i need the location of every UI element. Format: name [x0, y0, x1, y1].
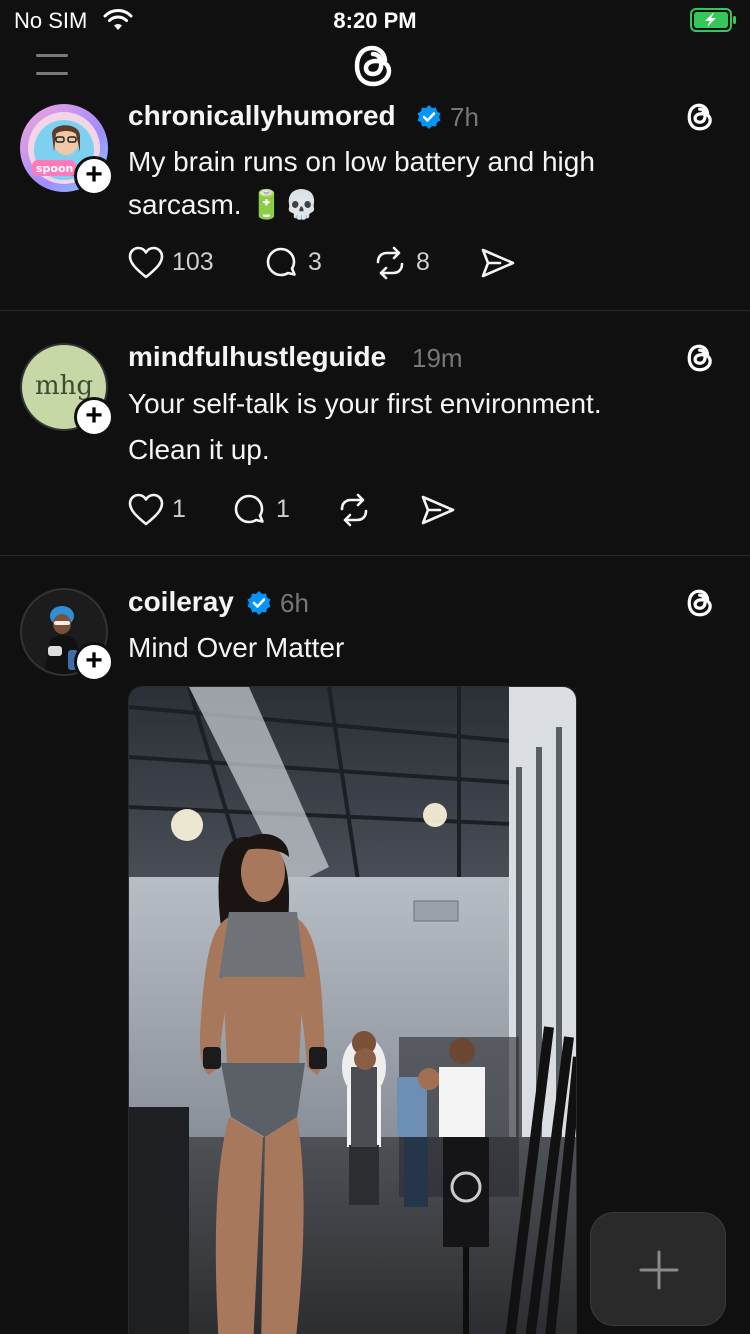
send-icon: [421, 495, 455, 525]
post-text-line: Mind Over Matter: [128, 632, 345, 663]
reply-button[interactable]: 1: [232, 491, 302, 531]
repost-button[interactable]: 8: [372, 244, 442, 284]
repost-button[interactable]: [336, 491, 376, 531]
clock: 8:20 PM: [333, 8, 417, 33]
post-media-video[interactable]: [128, 686, 577, 1334]
reply-count: 3: [308, 248, 322, 276]
post-card[interactable]: mhg + mindfulhustleguide 19m Your self-t…: [0, 311, 750, 556]
post-time: 6h: [280, 588, 309, 618]
follow-button[interactable]: +: [74, 156, 114, 196]
post-text-line: My brain runs on low battery and high: [128, 146, 595, 177]
threads-logo-icon[interactable]: [351, 40, 399, 92]
compose-button[interactable]: [590, 1212, 726, 1326]
post-text-line: Clean it up.: [128, 434, 270, 465]
send-icon: [481, 248, 515, 278]
post-text: Mind Over Matter: [128, 626, 708, 669]
top-nav: [0, 40, 750, 92]
post-time: 7h: [450, 102, 479, 132]
repost-icon: [340, 493, 368, 527]
repost-icon: [376, 246, 404, 280]
post-time: 19m: [412, 343, 463, 373]
username[interactable]: coileray: [128, 586, 234, 618]
gym-photo: [129, 687, 576, 1334]
username[interactable]: chronicallyhumored: [128, 100, 396, 132]
verified-badge-icon: [417, 105, 441, 129]
plus-icon: [639, 1250, 679, 1290]
threads-logo-icon[interactable]: [684, 341, 718, 375]
like-count: 1: [172, 495, 186, 523]
heart-icon: [128, 246, 164, 279]
like-button[interactable]: 1: [128, 491, 198, 531]
repost-count: 8: [416, 248, 430, 276]
post-text: My brain runs on low battery and high sa…: [128, 140, 708, 226]
heart-icon: [128, 493, 164, 526]
status-bar: No SIM 8:20 PM: [0, 0, 750, 40]
post-text-line: Your self-talk is your first environment…: [128, 388, 602, 419]
follow-button[interactable]: +: [74, 642, 114, 682]
reply-bubble-icon: [266, 247, 296, 277]
reply-bubble-icon: [234, 494, 264, 524]
post-text: Your self-talk is your first environment…: [128, 381, 708, 473]
battery-charging-icon: [690, 8, 736, 32]
like-count: 103: [172, 248, 214, 276]
threads-logo-icon[interactable]: [684, 100, 718, 134]
share-button[interactable]: [420, 491, 460, 531]
post-text-line: sarcasm. 🔋💀: [128, 189, 320, 220]
username[interactable]: mindfulhustleguide: [128, 341, 386, 373]
follow-button[interactable]: +: [74, 397, 114, 437]
menu-icon[interactable]: [36, 52, 70, 78]
verified-badge-icon: [247, 591, 271, 615]
like-button[interactable]: 103: [128, 244, 228, 284]
reply-count: 1: [276, 495, 290, 523]
reply-button[interactable]: 3: [264, 244, 334, 284]
share-button[interactable]: [480, 244, 520, 284]
post-card[interactable]: spoon + chronicallyhumored 7h My brain r…: [0, 92, 750, 311]
threads-logo-icon[interactable]: [684, 586, 718, 620]
avatar-sticker-text: spoon: [36, 162, 73, 175]
